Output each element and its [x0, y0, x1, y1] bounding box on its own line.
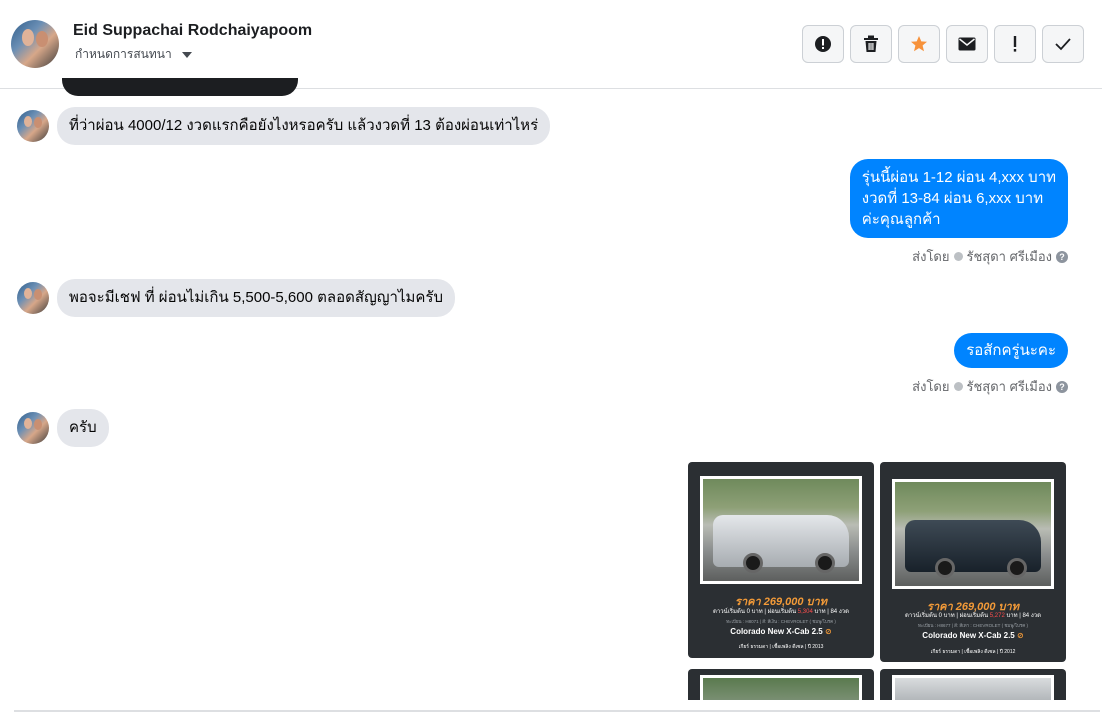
monthly-amount: 5,304: [797, 609, 813, 615]
mark-unread-button[interactable]: [946, 25, 988, 63]
star-button[interactable]: [898, 25, 940, 63]
car-listing-image[interactable]: [880, 669, 1066, 700]
star-icon: [911, 36, 927, 52]
car-model-name: Colorado New X-Cab 2.5: [922, 631, 1015, 640]
envelope-icon: [958, 37, 976, 51]
help-icon[interactable]: ?: [1056, 380, 1068, 393]
car-listing-image[interactable]: [688, 669, 874, 700]
car-photo: [892, 479, 1054, 589]
report-button[interactable]: [802, 25, 844, 63]
finance-info: ดาวน์เริ่มต้น 0 บาท | ผ่อนเริ่มต้น 5,304…: [688, 606, 874, 616]
verified-icon: ⊘: [825, 627, 832, 636]
sent-by-label: ส่งโดย: [912, 249, 950, 264]
car-listing-image[interactable]: ราคา 269,000 บาท ดาวน์เริ่มต้น 0 บาท | ผ…: [688, 462, 874, 658]
sender-name: รัชสุดา ศรีเมือง: [966, 249, 1053, 264]
car-photo: [700, 476, 862, 584]
conversation-options[interactable]: กำหนดการสนทนา: [75, 45, 192, 64]
car-tags: ทะเบียน : H8071 | สี: สีเงิน : CHEVROLET…: [726, 619, 836, 624]
sent-by-info: ส่งโดย รัชสุดา ศรีเมือง ?: [912, 376, 1068, 397]
car-model-name: Colorado New X-Cab 2.5: [730, 627, 823, 636]
finance-text: ดาวน์เริ่มต้น 0 บาท | ผ่อนเริ่มต้น: [712, 609, 798, 615]
sent-by-info: ส่งโดย รัชสุดา ศรีเมือง ?: [912, 246, 1068, 267]
message-bubble-outgoing[interactable]: รุ่นนี้ผ่อน 1-12 ผ่อน 4,xxx บาท งวดที่ 1…: [849, 159, 1068, 238]
car-listing-image[interactable]: ราคา 269,000 บาท ดาวน์เริ่มต้น 0 บาท | ผ…: [880, 462, 1066, 662]
message-line: รอสักครู่นะคะ: [966, 342, 1056, 359]
sent-check-icon: [953, 382, 963, 391]
verified-icon: ⊘: [1017, 631, 1024, 640]
message-bubble-outgoing[interactable]: รอสักครู่นะคะ: [954, 333, 1068, 368]
car-model: Colorado New X-Cab 2.5 ⊘: [688, 627, 874, 636]
monthly-amount: 5,272: [989, 613, 1005, 619]
alert-circle-icon: [815, 36, 831, 52]
message-line: ค่ะคุณลูกค้า: [861, 211, 941, 228]
sender-avatar[interactable]: [17, 282, 49, 314]
wheel-shape: [743, 553, 763, 573]
car-spec: เกียร์ ธรรมดา | เชื้อเพลิง ดีเซล | ปี 20…: [930, 649, 1016, 655]
car-spec: เกียร์ ธรรมดา | เชื้อเพลิง ดีเซล | ปี 20…: [738, 644, 824, 650]
wheel-shape: [935, 558, 955, 578]
message-bubble[interactable]: ที่ว่าผ่อน 4000/12 งวดแรกคือยังไงหรอครับ…: [57, 107, 551, 145]
car-photo: [700, 675, 862, 700]
trash-icon: [864, 35, 878, 52]
previous-message-fragment: [62, 78, 298, 96]
car-model: Colorado New X-Cab 2.5 ⊘: [880, 631, 1066, 640]
wheel-shape: [1007, 558, 1027, 578]
message-row-incoming: พอจะมีเชฟ ที่ ผ่อนไม่เกิน 5,500-5,600 ตล…: [17, 279, 455, 317]
conversation-header: Eid Suppachai Rodchaiyapoom กำหนดการสนทน…: [0, 0, 1102, 89]
sender-avatar[interactable]: [17, 412, 49, 444]
sender-avatar[interactable]: [17, 110, 49, 142]
message-line: งวดที่ 13-84 ผ่อน 6,xxx บาท: [861, 190, 1044, 207]
message-bubble[interactable]: ครับ: [57, 409, 109, 447]
delete-button[interactable]: [850, 25, 892, 63]
check-icon: [1055, 38, 1071, 51]
sent-check-icon: [953, 252, 963, 261]
conversation-options-label: กำหนดการสนทนา: [75, 47, 172, 61]
contact-avatar[interactable]: [11, 20, 59, 68]
exclamation-icon: [1013, 36, 1017, 52]
contact-name[interactable]: Eid Suppachai Rodchaiyapoom: [73, 22, 312, 40]
messenger-conversation: Eid Suppachai Rodchaiyapoom กำหนดการสนทน…: [0, 0, 1102, 712]
car-tags: ทะเบียน : H8677 | สี: สีเทา : CHEVROLET …: [917, 623, 1029, 628]
done-button[interactable]: [1042, 25, 1084, 63]
finance-info: ดาวน์เริ่มต้น 0 บาท | ผ่อนเริ่มต้น 5,272…: [880, 610, 1066, 620]
help-icon[interactable]: ?: [1056, 250, 1068, 263]
finance-text: ดาวน์เริ่มต้น 0 บาท | ผ่อนเริ่มต้น: [904, 613, 990, 619]
message-line: รุ่นนี้ผ่อน 1-12 ผ่อน 4,xxx บาท: [861, 169, 1056, 186]
message-row-incoming: ที่ว่าผ่อน 4000/12 งวดแรกคือยังไงหรอครับ…: [17, 107, 551, 145]
caret-down-icon: [181, 51, 192, 58]
spam-button[interactable]: [994, 25, 1036, 63]
message-bubble[interactable]: พอจะมีเชฟ ที่ ผ่อนไม่เกิน 5,500-5,600 ตล…: [57, 279, 455, 317]
finance-text: บาท | 84 งวด: [1004, 613, 1042, 619]
car-photo: [892, 675, 1054, 700]
header-actions: [802, 25, 1084, 63]
finance-text: บาท | 84 งวด: [812, 609, 850, 615]
wheel-shape: [815, 553, 835, 573]
message-row-incoming: ครับ: [17, 409, 109, 447]
sender-name: รัชสุดา ศรีเมือง: [966, 379, 1053, 394]
sent-by-label: ส่งโดย: [912, 379, 950, 394]
